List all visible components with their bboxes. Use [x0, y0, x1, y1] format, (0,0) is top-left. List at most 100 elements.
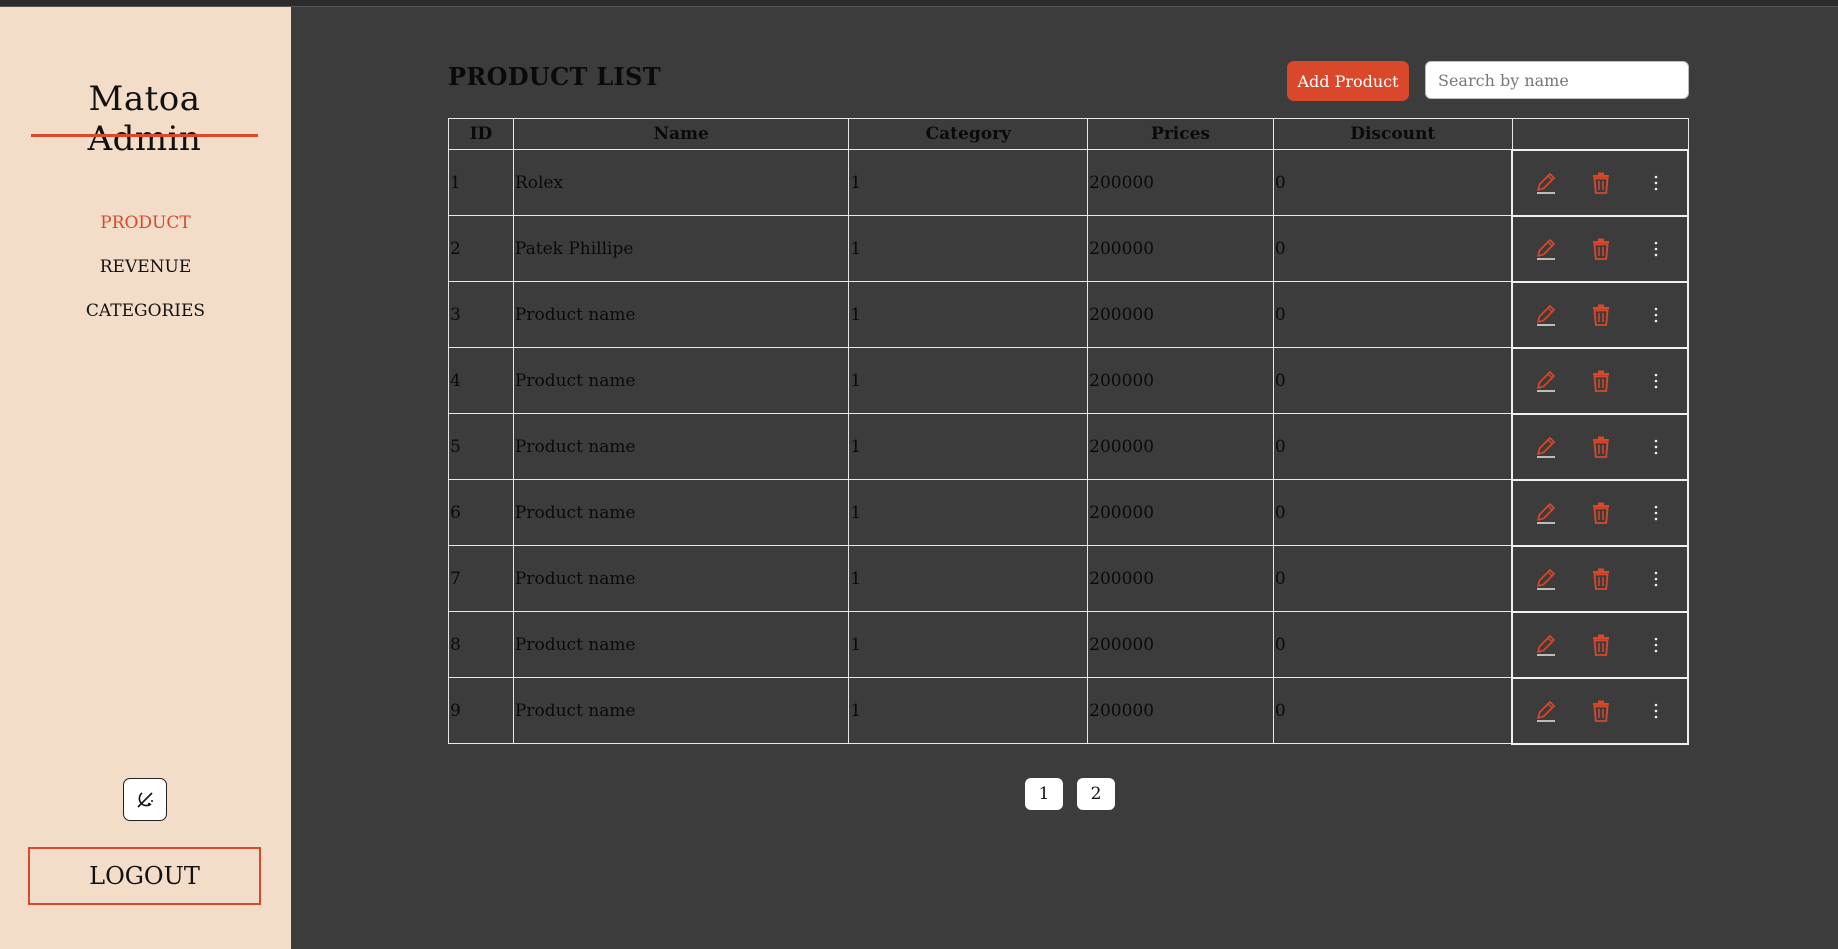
more-vertical-icon[interactable]	[1642, 499, 1670, 527]
more-vertical-icon[interactable]	[1642, 433, 1670, 461]
delete-trash-icon[interactable]	[1587, 433, 1615, 461]
cell-actions	[1511, 676, 1689, 745]
search-input[interactable]	[1425, 61, 1689, 99]
table-row: 5 Product name 1 200000 0	[448, 412, 1689, 481]
cell-id: 3	[448, 281, 514, 348]
edit-pencil-icon[interactable]	[1532, 565, 1560, 593]
row-actions	[1514, 499, 1687, 527]
cell-price: 200000	[1087, 479, 1274, 546]
edit-pencil-icon[interactable]	[1532, 499, 1560, 527]
delete-trash-icon[interactable]	[1587, 631, 1615, 659]
row-actions	[1514, 169, 1687, 197]
cell-actions	[1511, 412, 1689, 481]
page-button-2[interactable]: 2	[1077, 778, 1115, 810]
sidebar-item-categories[interactable]: CATEGORIES	[0, 289, 291, 333]
table-row: 8 Product name 1 200000 0	[448, 610, 1689, 679]
delete-trash-icon[interactable]	[1587, 301, 1615, 329]
cell-actions	[1511, 478, 1689, 547]
row-actions	[1514, 433, 1687, 461]
cell-price: 200000	[1087, 545, 1274, 612]
cell-category: 1	[848, 545, 1089, 612]
cell-category: 1	[848, 215, 1089, 282]
edit-pencil-icon[interactable]	[1532, 301, 1560, 329]
sidebar: Matoa Admin PRODUCT REVENUE CATEGORIES L…	[0, 7, 291, 949]
cell-id: 2	[448, 215, 514, 282]
sidebar-nav: PRODUCT REVENUE CATEGORIES	[0, 201, 291, 333]
cell-category: 1	[848, 479, 1089, 546]
cell-price: 200000	[1087, 149, 1274, 216]
cell-id: 4	[448, 347, 514, 414]
row-actions	[1514, 565, 1687, 593]
more-vertical-icon[interactable]	[1642, 235, 1670, 263]
more-vertical-icon[interactable]	[1642, 169, 1670, 197]
column-header-actions	[1511, 118, 1689, 150]
cell-category: 1	[848, 347, 1089, 414]
cell-category: 1	[848, 413, 1089, 480]
cell-id: 6	[448, 479, 514, 546]
table-row: 4 Product name 1 200000 0	[448, 346, 1689, 415]
logout-button[interactable]: LOGOUT	[28, 847, 261, 905]
cell-actions	[1511, 148, 1689, 217]
sidebar-item-revenue[interactable]: REVENUE	[0, 245, 291, 289]
theme-toggle-icon	[137, 791, 153, 808]
cell-name: Product name	[512, 545, 850, 612]
brand-title: Matoa Admin	[87, 79, 202, 159]
theme-toggle-button[interactable]	[123, 778, 167, 821]
delete-trash-icon[interactable]	[1587, 697, 1615, 725]
row-actions	[1514, 631, 1687, 659]
cell-actions	[1511, 610, 1689, 679]
delete-trash-icon[interactable]	[1587, 499, 1615, 527]
cell-discount: 0	[1272, 347, 1513, 414]
row-actions	[1514, 235, 1687, 263]
edit-pencil-icon[interactable]	[1532, 235, 1560, 263]
table-row: 7 Product name 1 200000 0	[448, 544, 1689, 613]
cell-discount: 0	[1272, 611, 1513, 678]
page-title: PRODUCT LIST	[448, 62, 661, 91]
cell-id: 7	[448, 545, 514, 612]
delete-trash-icon[interactable]	[1587, 235, 1615, 263]
brand-underline	[31, 134, 258, 137]
row-actions	[1514, 301, 1687, 329]
more-vertical-icon[interactable]	[1642, 367, 1670, 395]
cell-category: 1	[848, 149, 1089, 216]
edit-pencil-icon[interactable]	[1532, 367, 1560, 395]
edit-pencil-icon[interactable]	[1532, 697, 1560, 725]
add-product-button[interactable]: Add Product	[1287, 61, 1409, 101]
cell-id: 5	[448, 413, 514, 480]
cell-discount: 0	[1272, 149, 1513, 216]
row-actions	[1514, 367, 1687, 395]
more-vertical-icon[interactable]	[1642, 631, 1670, 659]
cell-name: Product name	[512, 611, 850, 678]
pagination: 1 2	[1025, 778, 1115, 810]
table-row: 2 Patek Phillipe 1 200000 0	[448, 214, 1689, 283]
table-row: 1 Rolex 1 200000 0	[448, 148, 1689, 217]
more-vertical-icon[interactable]	[1642, 565, 1670, 593]
cell-category: 1	[848, 611, 1089, 678]
edit-pencil-icon[interactable]	[1532, 631, 1560, 659]
cell-name: Product name	[512, 413, 850, 480]
delete-trash-icon[interactable]	[1587, 565, 1615, 593]
cell-price: 200000	[1087, 413, 1274, 480]
cell-name: Product name	[512, 347, 850, 414]
cell-name: Rolex	[512, 149, 850, 216]
column-header-category: Category	[848, 118, 1089, 150]
column-header-discount: Discount	[1272, 118, 1513, 150]
delete-trash-icon[interactable]	[1587, 169, 1615, 197]
cell-id: 8	[448, 611, 514, 678]
table-row: 9 Product name 1 200000 0	[448, 676, 1689, 745]
window-top-bar	[0, 0, 1838, 7]
edit-pencil-icon[interactable]	[1532, 433, 1560, 461]
cell-name: Patek Phillipe	[512, 215, 850, 282]
cell-name: Product name	[512, 479, 850, 546]
cell-discount: 0	[1272, 479, 1513, 546]
table-header-row: ID Name Category Prices Discount	[448, 118, 1689, 150]
sidebar-item-product[interactable]: PRODUCT	[0, 201, 291, 245]
cell-name: Product name	[512, 281, 850, 348]
page-button-1[interactable]: 1	[1025, 778, 1063, 810]
more-vertical-icon[interactable]	[1642, 697, 1670, 725]
cell-price: 200000	[1087, 677, 1274, 744]
edit-pencil-icon[interactable]	[1532, 169, 1560, 197]
delete-trash-icon[interactable]	[1587, 367, 1615, 395]
more-vertical-icon[interactable]	[1642, 301, 1670, 329]
table-row: 6 Product name 1 200000 0	[448, 478, 1689, 547]
